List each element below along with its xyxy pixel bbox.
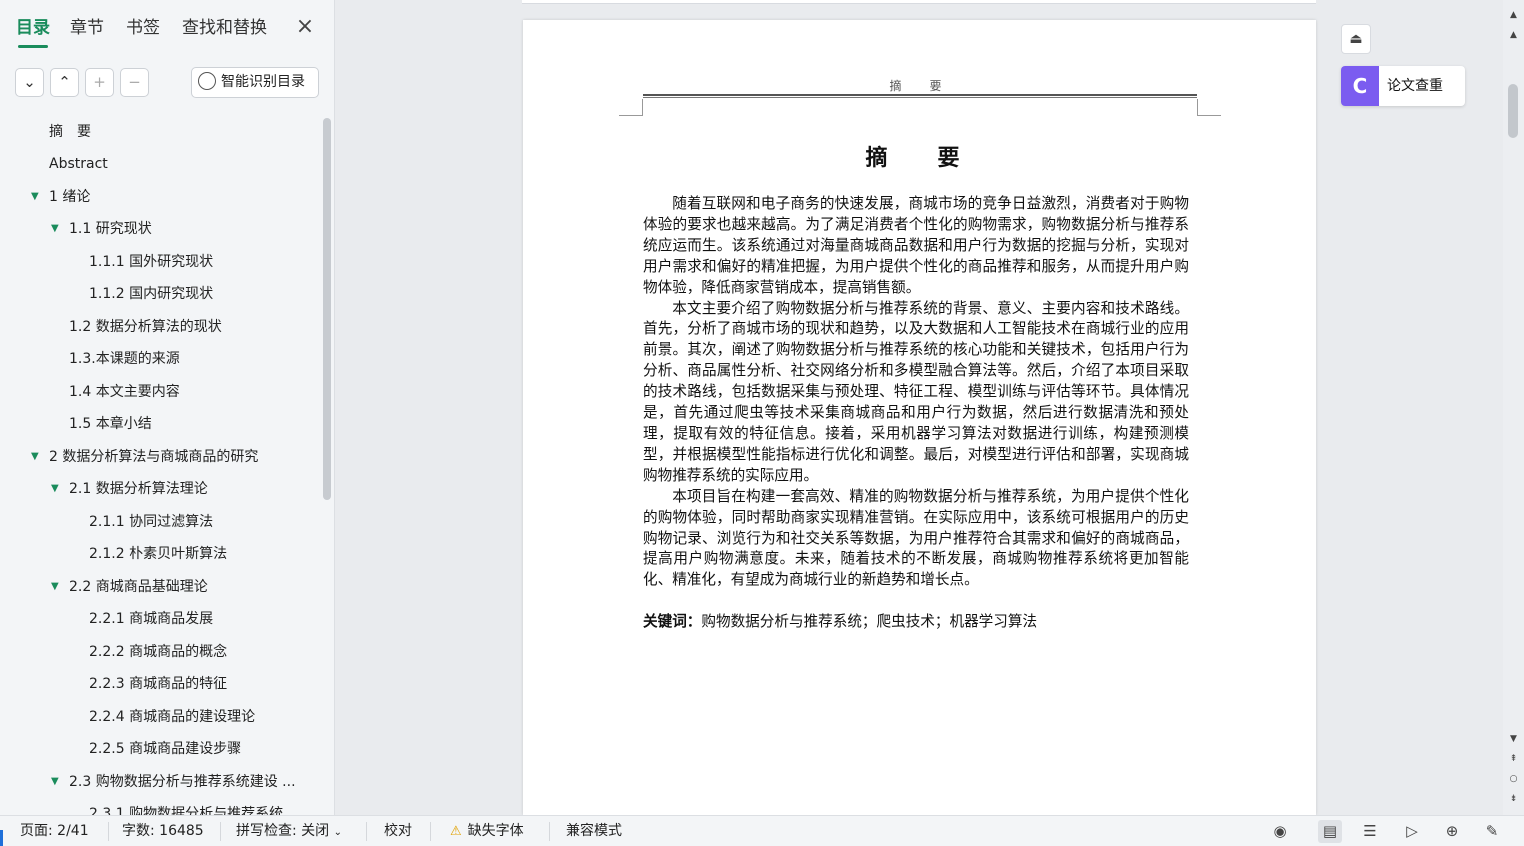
tab-chapters[interactable]: 章节 (70, 14, 104, 46)
toc-item[interactable]: 2 数据分析算法与商城商品的研究 (49, 445, 258, 469)
header-rule (643, 94, 1197, 96)
taskbar-accent (0, 830, 3, 846)
status-bar: 页面: 2/41 字数: 16485 拼写检查: 关闭 ⌄ 校对 ⚠ 缺失字体 兼… (0, 815, 1524, 846)
nav-tabs: 目录 章节 书签 查找和替换 (0, 14, 335, 48)
spell-check-label: 拼写检查: 关闭 (236, 823, 330, 839)
paragraph: 本文主要介绍了购物数据分析与推荐系统的背景、意义、主要内容和技术路线。首先，分析… (643, 299, 1189, 484)
toc-item[interactable]: 1.1.1 国外研究现状 (89, 250, 213, 274)
paper-check-button[interactable]: C 论文查重 (1341, 66, 1465, 106)
page-title: 摘 要 (865, 145, 974, 171)
pen-icon[interactable]: ✎ (1480, 820, 1504, 843)
vertical-scrollbar[interactable]: ▲ ▲ ▼ ⇞ ○ ⇟ (1503, 0, 1524, 815)
navigation-pane: 目录 章节 书签 查找和替换 × ⌄ ⌃ + − 智能识别目录 摘 要 Abst… (0, 0, 335, 816)
caret-down-icon[interactable]: ▼ (51, 575, 59, 599)
divider (108, 822, 109, 841)
divider (430, 822, 431, 841)
proofread-button[interactable]: 校对 (384, 816, 412, 846)
play-icon[interactable]: ▷ (1400, 820, 1424, 843)
toc-item[interactable]: 摘 要 (49, 120, 91, 144)
toc-item[interactable]: 2.1 数据分析算法理论 (69, 477, 208, 501)
scrollbar-thumb[interactable] (1508, 84, 1518, 138)
page-view-icon[interactable]: ▤ (1318, 820, 1342, 843)
word-count[interactable]: 字数: 16485 (122, 816, 204, 846)
toc-item[interactable]: 1.3.本课题的来源 (69, 347, 180, 371)
close-icon[interactable]: × (294, 16, 316, 38)
collapse-icon[interactable]: ⏏ (1341, 24, 1371, 54)
toc-item[interactable]: 2.2.5 商城商品建设步骤 (89, 737, 241, 761)
scroll-up-alt-icon[interactable]: ▲ (1506, 28, 1521, 42)
chevron-down-icon: ⌄ (333, 827, 343, 838)
missing-font-label: 缺失字体 (467, 823, 524, 839)
divider (549, 822, 550, 841)
toc-item[interactable]: 2.1.1 协同过滤算法 (89, 510, 213, 534)
keywords-label: 关键词： (643, 613, 702, 630)
header-rule-thin (643, 97, 1197, 98)
missing-font-button[interactable]: ⚠ 缺失字体 (450, 816, 524, 846)
margin-corner-right (1197, 99, 1221, 116)
divider (366, 822, 367, 841)
select-object-icon[interactable]: ○ (1506, 772, 1521, 786)
keywords-value: 购物数据分析与推荐系统；爬虫技术；机器学习算法 (701, 613, 1038, 630)
compat-mode-label[interactable]: 兼容模式 (566, 816, 622, 846)
toc-item[interactable]: Abstract (49, 152, 108, 176)
page-indicator[interactable]: 页面: 2/41 (20, 816, 89, 846)
document-area: 摘 要 摘 要 随着互联网和电子商务的快速发展，商城市场的竞争日益激烈，消费者对… (336, 0, 1524, 815)
spell-check-dropdown[interactable]: 拼写检查: 关闭 ⌄ (236, 816, 342, 846)
scroll-down-icon[interactable]: ▼ (1506, 732, 1521, 746)
caret-down-icon[interactable]: ▼ (51, 477, 59, 501)
toc-item[interactable]: 2.2.4 商城商品的建设理论 (89, 705, 255, 729)
toc-item[interactable]: 1.4 本文主要内容 (69, 380, 180, 404)
keywords-line: 关键词：购物数据分析与推荐系统；爬虫技术；机器学习算法 (643, 610, 1189, 631)
minus-icon[interactable]: − (120, 68, 149, 97)
abstract-body: 随着互联网和电子商务的快速发展，商城市场的竞争日益激烈，消费者对于购物体验的要求… (643, 194, 1189, 591)
previous-page-edge (522, 0, 1316, 4)
prev-page-icon[interactable]: ⇞ (1506, 752, 1521, 766)
toc-item[interactable]: 2.2.2 商城商品的概念 (89, 640, 227, 664)
toc-item[interactable]: 2.2.3 商城商品的特征 (89, 672, 227, 696)
caret-down-icon[interactable]: ▼ (51, 770, 59, 794)
collapse-up-icon[interactable]: ⌃ (50, 68, 79, 97)
tab-find-replace[interactable]: 查找和替换 (182, 14, 267, 46)
toc-list: 摘 要 Abstract ▼ 1 绪论 ▼ 1.1 研究现状 1.1.1 国外研… (0, 116, 320, 816)
document-page[interactable]: 摘 要 摘 要 随着互联网和电子商务的快速发展，商城市场的竞争日益激烈，消费者对… (523, 20, 1316, 815)
page-header: 摘 要 (889, 79, 950, 93)
toc-item[interactable]: 1.2 数据分析算法的现状 (69, 315, 222, 339)
warning-icon: ⚠ (450, 824, 462, 839)
toc-item[interactable]: 1.1 研究现状 (69, 217, 152, 241)
scroll-up-icon[interactable]: ▲ (1506, 8, 1521, 22)
paper-check-logo-icon: C (1341, 66, 1379, 106)
expand-down-icon[interactable]: ⌄ (15, 68, 44, 97)
toc-scrollbar[interactable] (323, 118, 331, 500)
next-page-icon[interactable]: ⇟ (1506, 792, 1521, 806)
caret-down-icon[interactable]: ▼ (51, 217, 59, 241)
toc-item[interactable]: 2.2 商城商品基础理论 (69, 575, 208, 599)
tab-bookmarks[interactable]: 书签 (126, 14, 160, 46)
paper-check-label: 论文查重 (1387, 78, 1443, 94)
toc-item[interactable]: 2.2.1 商城商品发展 (89, 607, 213, 631)
toc-item[interactable]: 2.1.2 朴素贝叶斯算法 (89, 542, 227, 566)
caret-down-icon[interactable]: ▼ (31, 185, 39, 209)
web-view-icon[interactable]: ⊕ (1440, 820, 1464, 843)
divider (220, 822, 221, 841)
smart-recognize-icon (198, 72, 216, 90)
paragraph: 本项目旨在构建一套高效、精准的购物数据分析与推荐系统，为用户提供个性化的购物体验… (643, 487, 1189, 589)
paragraph: 随着互联网和电子商务的快速发展，商城市场的竞争日益激烈，消费者对于购物体验的要求… (643, 195, 1189, 296)
toc-item[interactable]: 1 绪论 (49, 185, 90, 209)
toc-item[interactable]: 1.1.2 国内研究现状 (89, 282, 213, 306)
toc-item[interactable]: 1.5 本章小结 (69, 412, 152, 436)
outline-view-icon[interactable]: ☰ (1358, 820, 1382, 843)
smart-toc-label: 智能识别目录 (221, 74, 305, 90)
caret-down-icon[interactable]: ▼ (31, 445, 39, 469)
toc-item[interactable]: 2.3.1 购物数据分析与推荐系统 (89, 802, 283, 816)
tab-toc[interactable]: 目录 (16, 14, 50, 48)
plus-icon[interactable]: + (85, 68, 114, 97)
margin-corner-left (619, 99, 643, 116)
toc-item[interactable]: 2.3 购物数据分析与推荐系统建设 ... (69, 770, 296, 794)
smart-toc-button[interactable]: 智能识别目录 (191, 67, 319, 98)
eye-protection-icon[interactable]: ◉ (1268, 820, 1292, 843)
